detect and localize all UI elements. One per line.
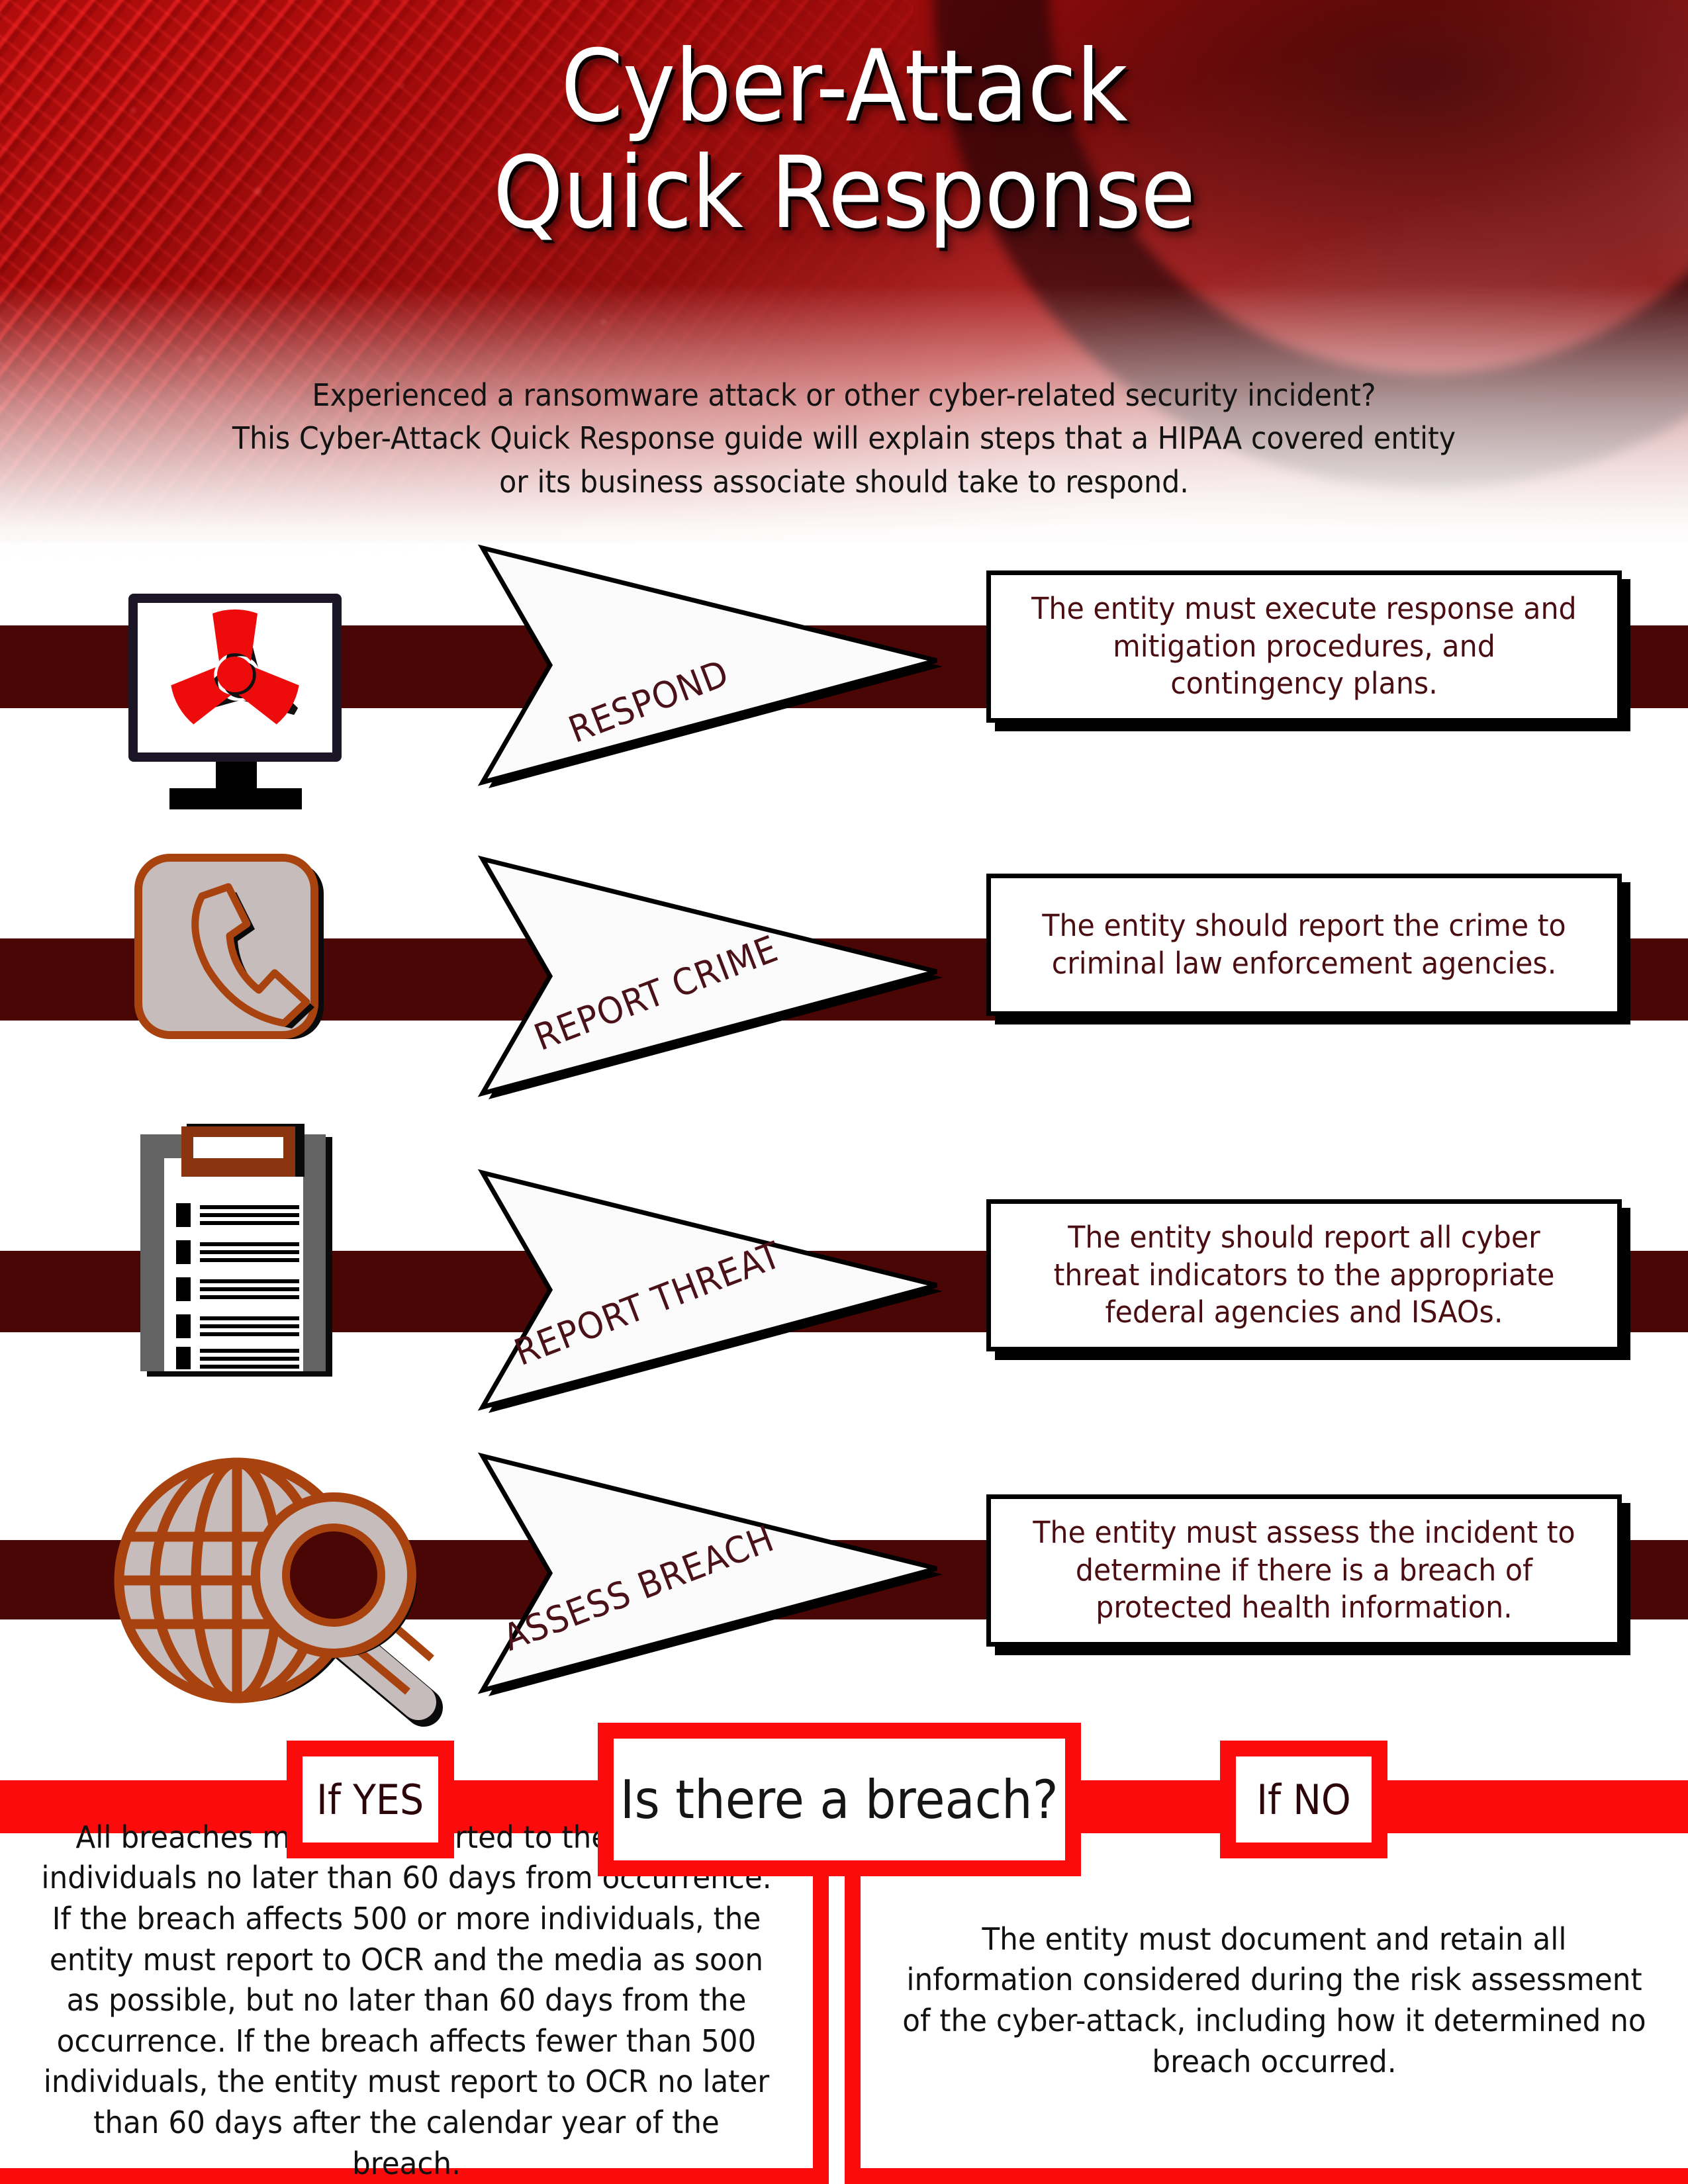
subtitle: Experienced a ransomware attack or other…	[59, 374, 1629, 504]
if-yes-badge: If YES	[287, 1741, 454, 1858]
no-outcome-text: The entity must document and retain all …	[902, 1921, 1646, 2079]
if-no-label: If NO	[1256, 1775, 1351, 1824]
arrow-report-threat: REPORT THREAT	[473, 1166, 943, 1414]
breach-question-label: Is there a breach?	[620, 1768, 1058, 1831]
arrow-report-crime: REPORT CRIME	[473, 852, 943, 1101]
arrow-assess-breach: ASSESS BREACH	[473, 1449, 943, 1698]
subtitle-line-1: Experienced a ransomware attack or other…	[312, 377, 1376, 413]
step-card-report-crime: The entity should report the crime to cr…	[986, 874, 1622, 1016]
subtitle-line-2: This Cyber-Attack Quick Response guide w…	[232, 420, 1456, 457]
step-card-text-report-crime: The entity should report the crime to cr…	[1042, 907, 1566, 981]
clipboard-checklist-icon	[126, 1118, 357, 1383]
globe-magnifier-icon	[114, 1444, 443, 1727]
subtitle-line-3: or its business associate should take to…	[499, 463, 1189, 500]
if-yes-label: If YES	[316, 1775, 424, 1824]
step-card-respond: The entity must execute response and mit…	[986, 570, 1622, 723]
radiation-monitor-icon	[118, 586, 383, 809]
step-card-report-threat: The entity should report all cyber threa…	[986, 1199, 1622, 1351]
title-line-2: Quick Response	[492, 136, 1196, 251]
page-title: Cyber-Attack Quick Response	[0, 36, 1688, 244]
step-card-assess-breach: The entity must assess the incident to d…	[986, 1494, 1622, 1647]
telephone-icon	[129, 852, 354, 1051]
arrow-respond: RESPOND	[473, 541, 943, 790]
title-line-1: Cyber-Attack	[561, 29, 1128, 144]
step-card-text-report-threat: The entity should report all cyber threa…	[1053, 1219, 1555, 1330]
infographic-poster: Cyber-Attack Quick Response Experienced …	[0, 0, 1688, 2184]
if-no-badge: If NO	[1220, 1741, 1387, 1858]
breach-question-box: Is there a breach?	[598, 1723, 1081, 1876]
step-card-text-respond: The entity must execute response and mit…	[1031, 590, 1577, 702]
step-card-text-assess-breach: The entity must assess the incident to d…	[1033, 1514, 1575, 1625]
